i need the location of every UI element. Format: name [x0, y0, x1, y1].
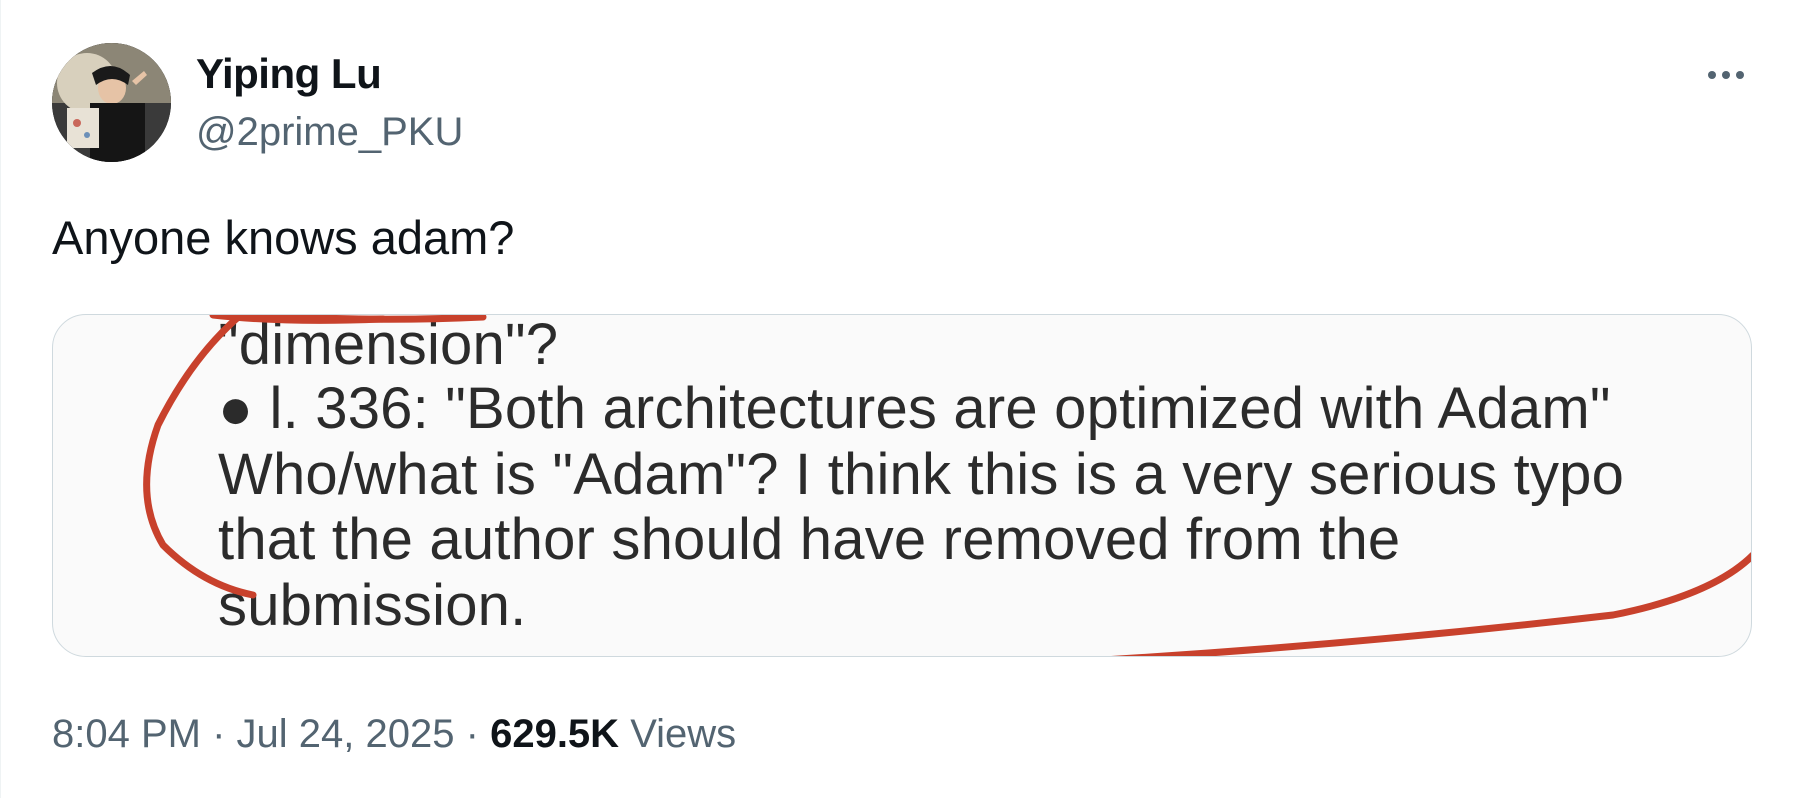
media-text-line: Who/what is "Adam"? I think this is a ve… [218, 442, 1625, 507]
tweet-metadata: 8:04 PM · Jul 24, 2025 · 629.5K Views [52, 712, 736, 757]
tweet-card: Yiping Lu @2prime_PKU Anyone knows adam?… [0, 0, 1818, 798]
tweet-media-image[interactable]: "dimension"? ● l. 336: "Both architectur… [52, 314, 1752, 657]
author-handle[interactable]: @2prime_PKU [196, 110, 463, 155]
media-text-line: that the author should have removed from… [218, 507, 1401, 572]
media-text-line: submission. [218, 573, 527, 638]
tweet-text: Anyone knows adam? [52, 211, 515, 264]
media-text-line: "dimension"? [218, 314, 559, 377]
more-horizontal-icon [1708, 71, 1716, 79]
meta-separator: · [212, 712, 226, 756]
meta-separator: · [465, 712, 479, 756]
media-text-line: ● l. 336: "Both architectures are optimi… [218, 376, 1611, 441]
author-display-name[interactable]: Yiping Lu [196, 50, 382, 98]
views-count: 629.5K [490, 712, 620, 756]
tweet-time[interactable]: 8:04 PM [52, 712, 201, 756]
avatar[interactable] [52, 43, 171, 162]
views-label: Views [630, 712, 737, 756]
avatar-photo-icon [52, 43, 171, 162]
tweet-date[interactable]: Jul 24, 2025 [237, 712, 455, 756]
more-options-button[interactable] [1691, 55, 1761, 95]
